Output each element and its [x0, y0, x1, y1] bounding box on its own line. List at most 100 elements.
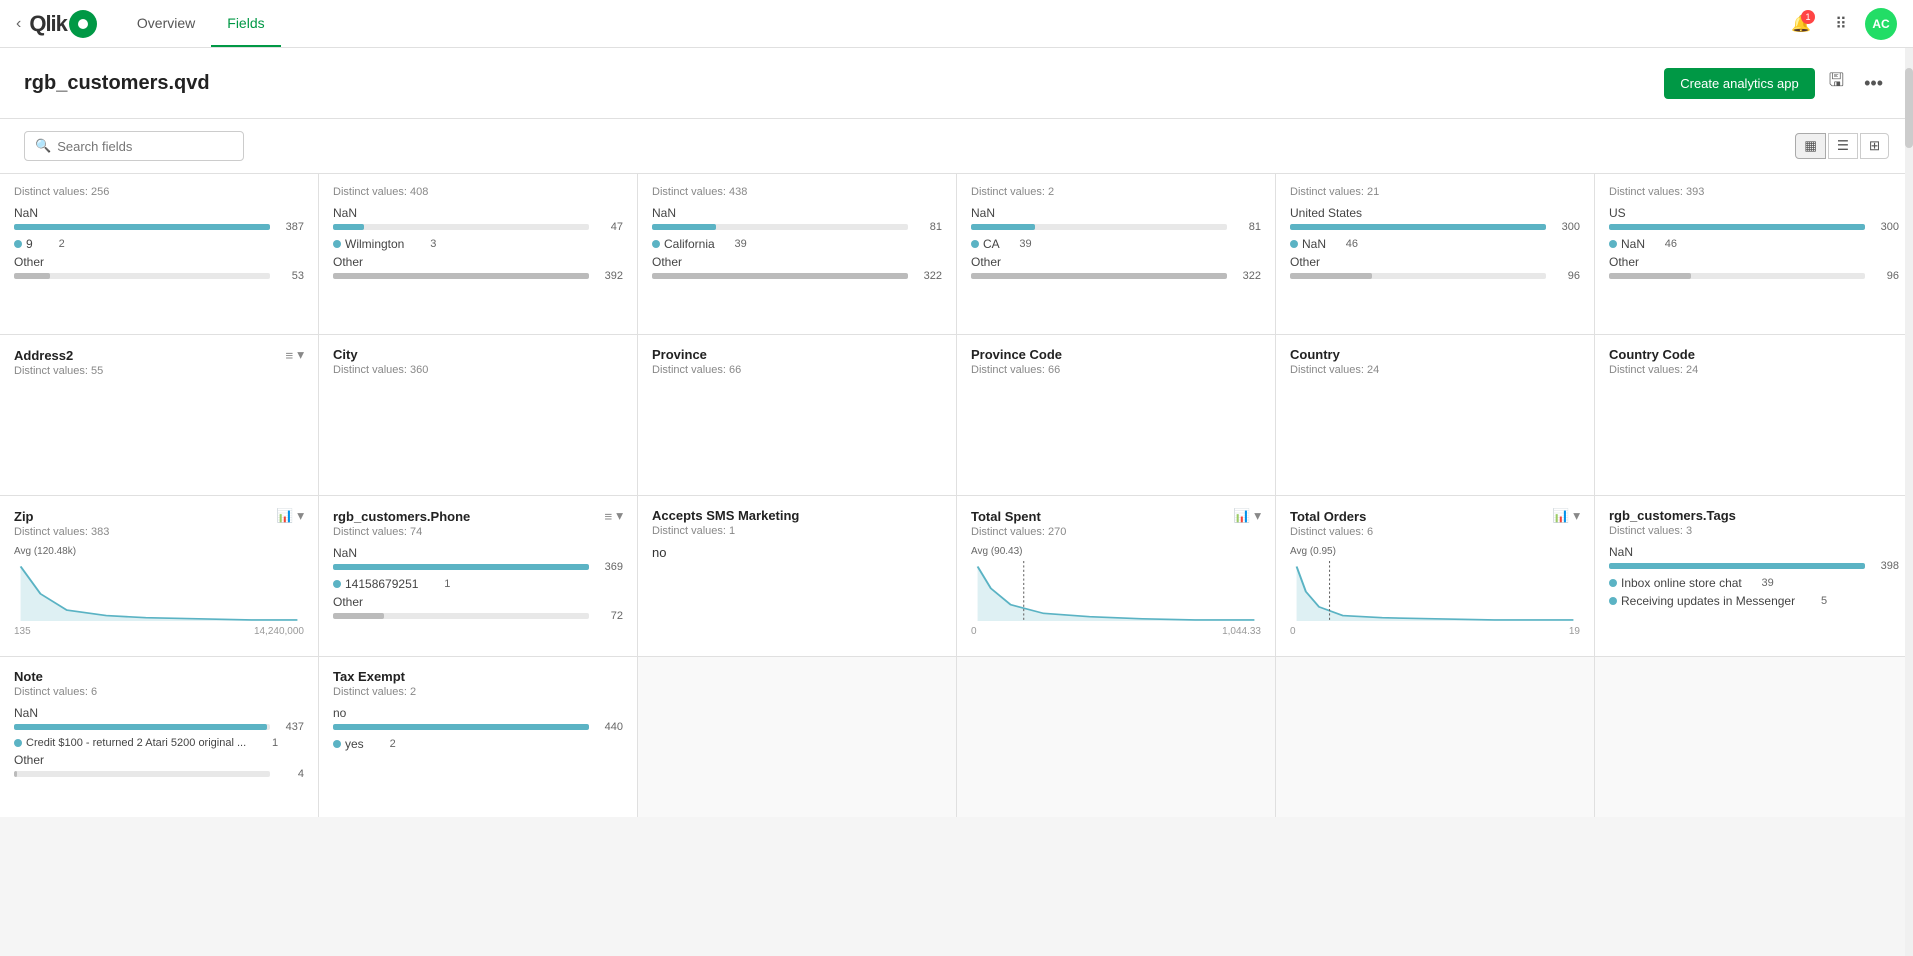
- field-card-address-top: Distinct values: 256 NaN 387 9 2 Other 5…: [0, 174, 318, 334]
- table-view-button[interactable]: ⊞: [1860, 133, 1889, 159]
- chart-type-button[interactable]: 📊: [1553, 508, 1570, 524]
- field-card-province-code: Province Code Distinct values: 66: [957, 335, 1275, 495]
- chevron-button[interactable]: ▾: [297, 347, 304, 363]
- other-row: Other 96: [1290, 255, 1580, 282]
- back-button[interactable]: ‹: [16, 15, 21, 33]
- other-value: 322: [914, 270, 942, 282]
- sort-button[interactable]: ≡: [605, 508, 613, 524]
- chart-avg: Avg (120.48k): [14, 546, 304, 557]
- dot-label: NaN: [1621, 237, 1645, 251]
- bar-value: 47: [595, 221, 623, 233]
- other-row: Other 322: [652, 255, 942, 282]
- chevron-button[interactable]: ▾: [297, 508, 304, 524]
- bar-label: NaN: [333, 206, 623, 220]
- search-input[interactable]: [57, 139, 233, 154]
- field-header: rgb_customers.Tags: [1609, 508, 1899, 523]
- bar-container: 81: [971, 221, 1261, 233]
- other-track: [14, 273, 270, 279]
- sort-button[interactable]: ≡: [286, 347, 294, 363]
- dot-icon: [652, 240, 660, 248]
- dot-label: 14158679251: [345, 577, 418, 591]
- field-distinct: Distinct values: 66: [652, 364, 942, 376]
- field-name: Total Orders: [1290, 509, 1366, 524]
- bar-track: [14, 224, 270, 230]
- field-header: Total Orders 📊 ▾: [1290, 508, 1580, 524]
- dot-row: 9 2: [14, 237, 304, 251]
- dot-row: yes 2: [333, 737, 623, 751]
- field-header: Province Code: [971, 347, 1261, 362]
- bar-label: US: [1609, 206, 1899, 220]
- bar-container: 369: [333, 561, 623, 573]
- apps-button[interactable]: ⠿: [1825, 8, 1857, 40]
- field-distinct: Distinct values: 1: [652, 525, 942, 537]
- chevron-button[interactable]: ▾: [1573, 508, 1580, 524]
- field-name: rgb_customers.Tags: [1609, 508, 1736, 523]
- field-name: Note: [14, 669, 43, 684]
- field-distinct: Distinct values: 24: [1609, 364, 1899, 376]
- scrollbar-track[interactable]: [1905, 48, 1913, 956]
- scrollbar-thumb[interactable]: [1905, 68, 1913, 148]
- other-label: Other: [333, 595, 623, 609]
- field-distinct: Distinct values: 24: [1290, 364, 1580, 376]
- list-view-button[interactable]: ☰: [1828, 133, 1858, 159]
- dot-row: Wilmington 3: [333, 237, 623, 251]
- field-name: Province: [652, 347, 707, 362]
- field-card-zip: Zip 📊 ▾ Distinct values: 383 Avg (120.48…: [0, 496, 318, 656]
- other-label: Other: [333, 255, 623, 269]
- more-button[interactable]: •••: [1858, 69, 1889, 98]
- other-bar: 4: [14, 768, 304, 780]
- bar-row: NaN 387: [14, 206, 304, 233]
- save-button[interactable]: 🖫: [1823, 64, 1850, 102]
- page-header: rgb_customers.qvd Create analytics app 🖫…: [0, 48, 1913, 119]
- chart-avg: Avg (90.43): [971, 546, 1261, 557]
- field-name: Accepts SMS Marketing: [652, 508, 799, 523]
- notification-button[interactable]: 🔔 1: [1785, 8, 1817, 40]
- field-distinct: Distinct values: 438: [652, 186, 942, 198]
- search-icon: 🔍: [35, 138, 51, 154]
- dot-icon: [1609, 240, 1617, 248]
- other-label: Other: [14, 255, 304, 269]
- field-card-empty-3: [1276, 657, 1594, 817]
- chart-type-button[interactable]: 📊: [1234, 508, 1251, 524]
- field-header: Country Code: [1609, 347, 1899, 362]
- other-row: Other 392: [333, 255, 623, 282]
- field-header: Zip 📊 ▾: [14, 508, 304, 524]
- page-actions: Create analytics app 🖫 •••: [1664, 64, 1889, 102]
- histogram-svg: [1290, 561, 1580, 621]
- bar-row: NaN 47: [333, 206, 623, 233]
- dot-label: Wilmington: [345, 237, 404, 251]
- logo-icon: [69, 10, 97, 38]
- field-name: Province Code: [971, 347, 1062, 362]
- chart-avg: Avg (0.95): [1290, 546, 1580, 557]
- chevron-button[interactable]: ▾: [616, 508, 623, 524]
- other-row: Other 96: [1609, 255, 1899, 282]
- other-bar: 322: [971, 270, 1261, 282]
- field-distinct: Distinct values: 256: [14, 186, 304, 198]
- other-bar: 72: [333, 610, 623, 622]
- chart-area: Avg (120.48k) 135 14,240,000: [14, 546, 304, 606]
- bar-label: NaN: [14, 706, 304, 720]
- dot-icon: [14, 739, 22, 747]
- chart-type-button[interactable]: 📊: [277, 508, 294, 524]
- chevron-button[interactable]: ▾: [1254, 508, 1261, 524]
- dot-icon: [14, 240, 22, 248]
- dot-value: 3: [408, 238, 436, 250]
- field-name: Country: [1290, 347, 1340, 362]
- field-card-country-top: Distinct values: 21 United States 300 Na…: [1276, 174, 1594, 334]
- histogram-svg: [14, 561, 304, 621]
- grid-view-button[interactable]: ▦: [1795, 133, 1826, 159]
- field-actions: 📊 ▾: [1553, 508, 1580, 524]
- bar-row: NaN 369: [333, 546, 623, 573]
- tab-fields[interactable]: Fields: [211, 0, 280, 47]
- tab-overview[interactable]: Overview: [121, 0, 211, 47]
- field-card-empty-4: [1595, 657, 1913, 817]
- dot-icon-2: [1609, 597, 1617, 605]
- chart-min: 0: [971, 626, 977, 637]
- chart-max: 1,044.33: [1222, 626, 1261, 637]
- chart-axis: 0 1,044.33: [971, 626, 1261, 637]
- create-analytics-button[interactable]: Create analytics app: [1664, 68, 1815, 99]
- avatar[interactable]: AC: [1865, 8, 1897, 40]
- field-header: Accepts SMS Marketing: [652, 508, 942, 523]
- fields-grid: Distinct values: 256 NaN 387 9 2 Other 5…: [0, 174, 1913, 817]
- field-header: Province: [652, 347, 942, 362]
